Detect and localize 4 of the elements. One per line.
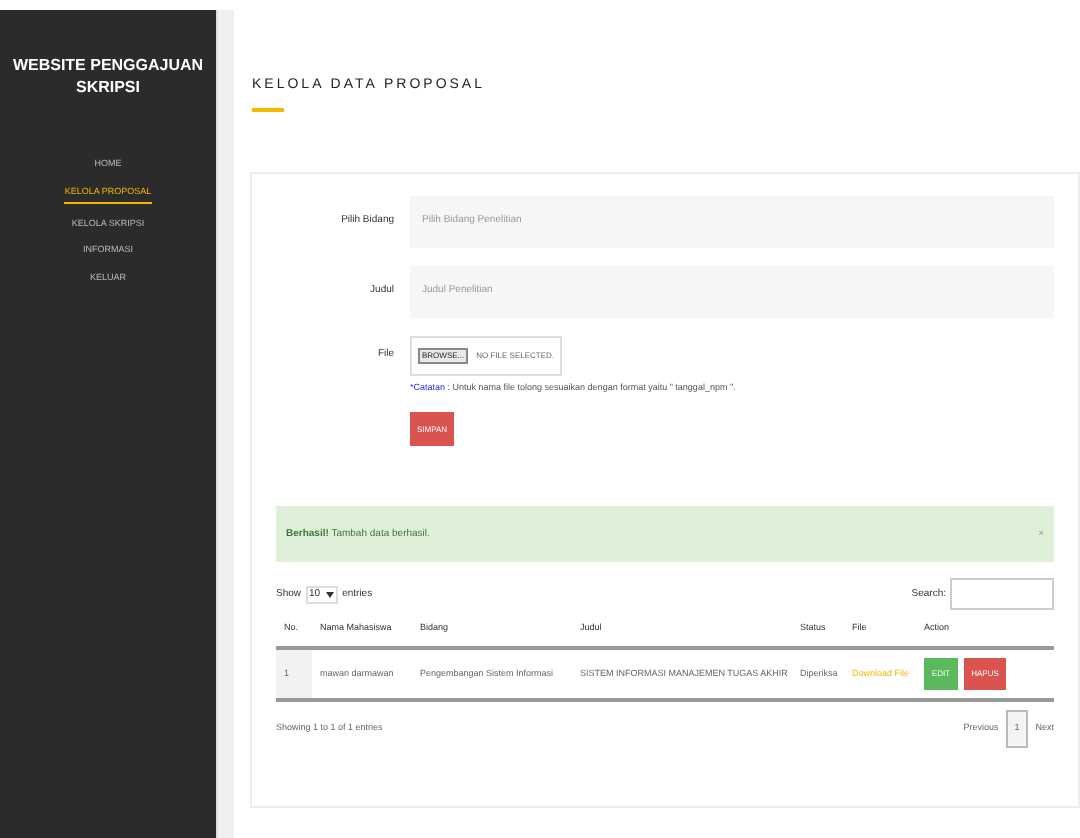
site-title: WEBSITE PENGGAJUAN SKRIPSI [10, 54, 206, 98]
search-field[interactable] [950, 578, 1054, 611]
caret-icon [326, 591, 335, 598]
title-underline [252, 107, 284, 111]
